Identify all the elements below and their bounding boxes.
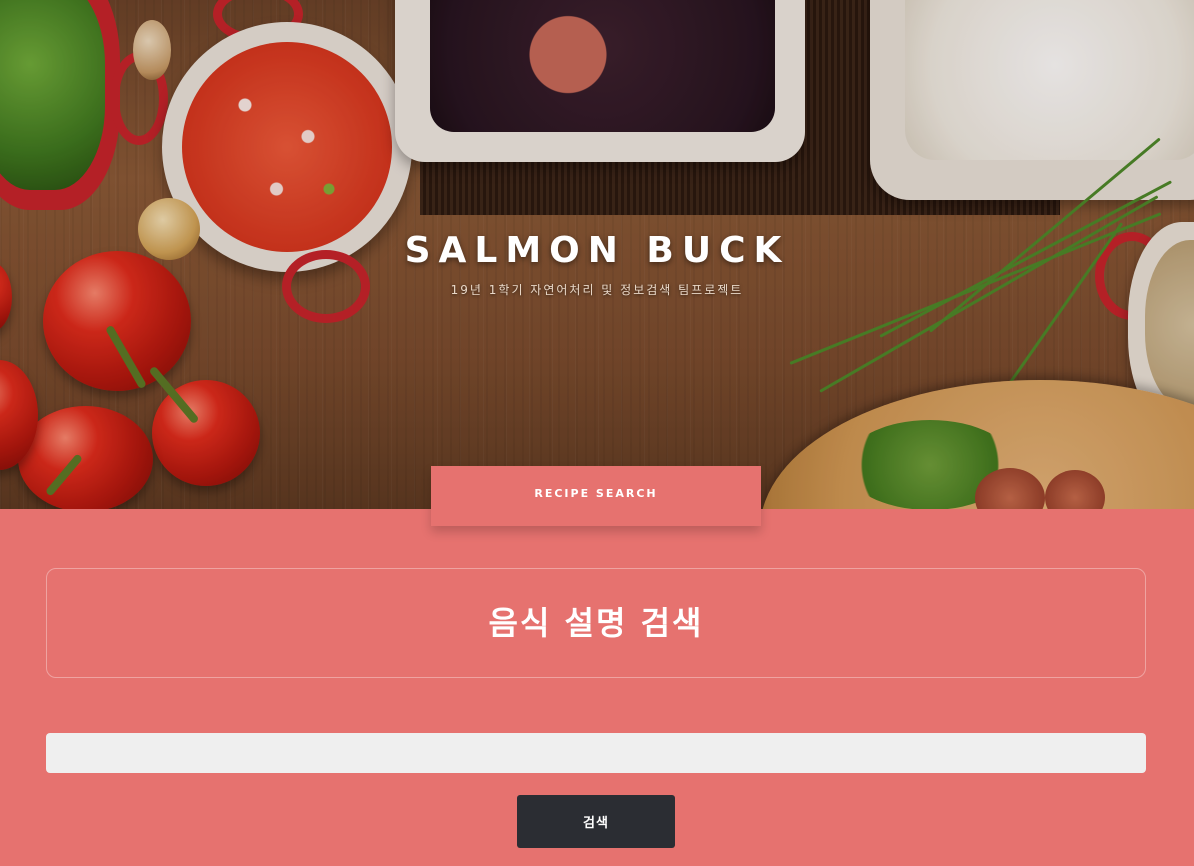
search-input[interactable] <box>46 733 1146 773</box>
search-button[interactable]: 검색 <box>517 795 675 848</box>
tab-recipe-search[interactable]: RECIPE SEARCH <box>431 466 761 526</box>
tab-recipe-search-label: RECIPE SEARCH <box>534 487 658 500</box>
hero-background-photo: SALMON BUCK 19년 1학기 자연어처리 및 정보검색 팀프로젝트 <box>0 0 1194 509</box>
site-title: SALMON BUCK <box>404 230 790 271</box>
search-heading: 음식 설명 검색 <box>488 604 704 642</box>
site-subtitle: 19년 1학기 자연어처리 및 정보검색 팀프로젝트 <box>450 283 744 297</box>
search-heading-box: 음식 설명 검색 <box>46 568 1146 678</box>
